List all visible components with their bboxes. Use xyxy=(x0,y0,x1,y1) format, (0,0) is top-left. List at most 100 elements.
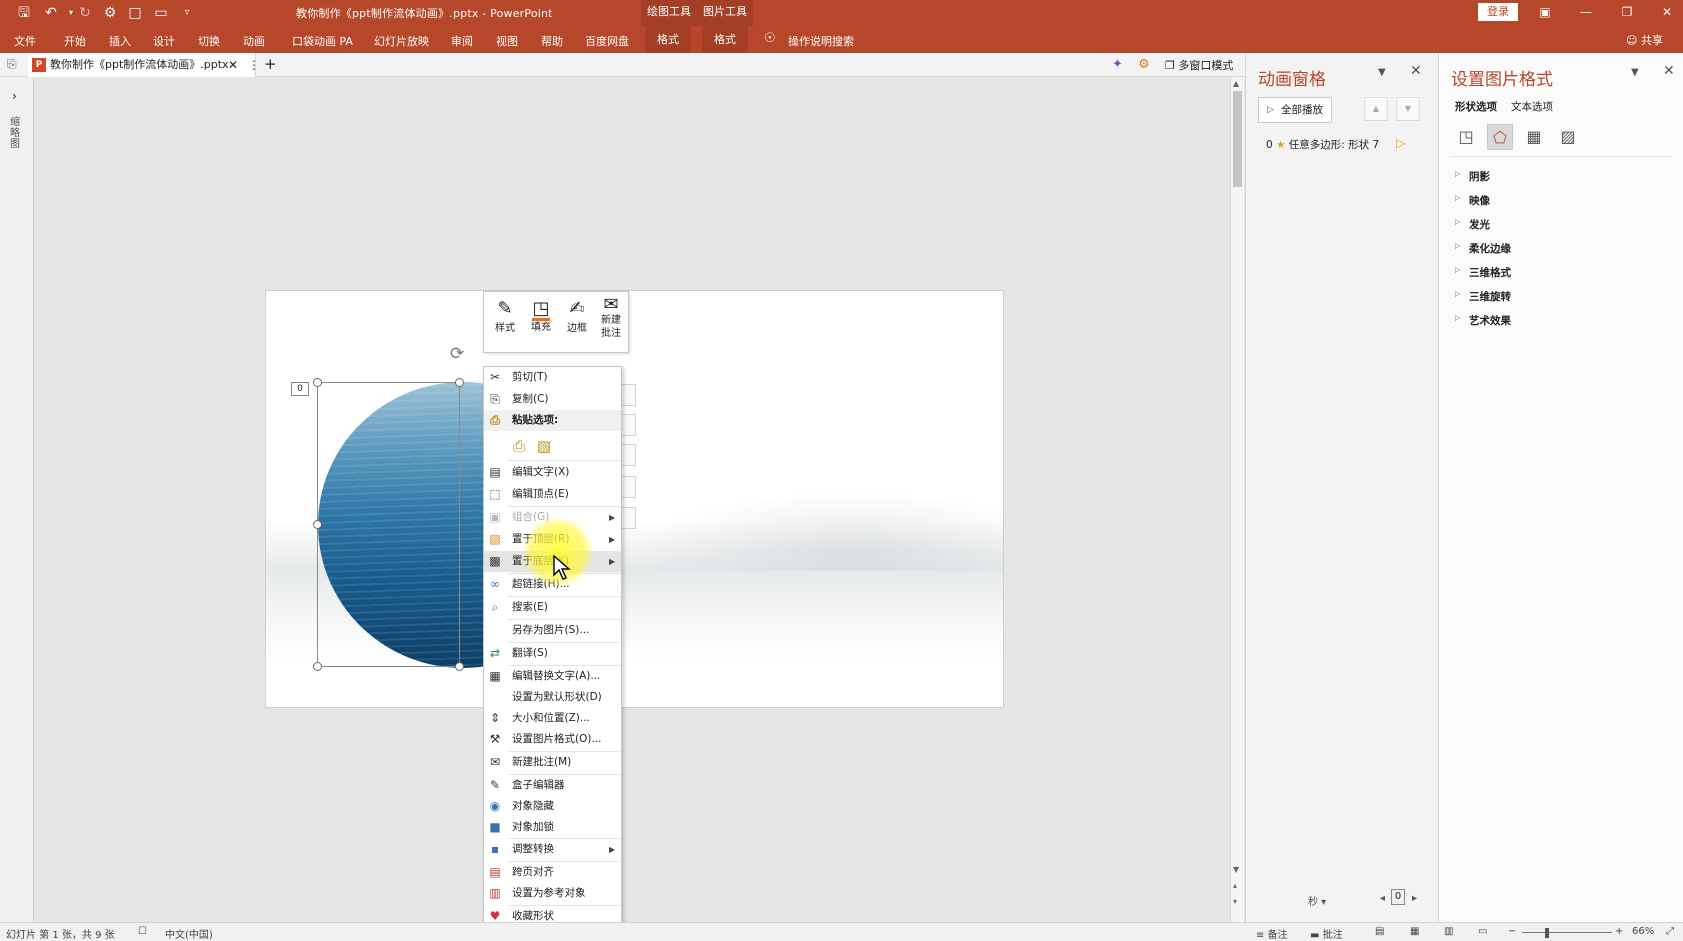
magic-icon[interactable]: ✦ xyxy=(1112,57,1123,72)
reading-view-icon[interactable]: ▥ xyxy=(1444,926,1453,937)
tab-list-icon[interactable]: ⎘ xyxy=(7,57,17,72)
tab-review[interactable]: 审阅 xyxy=(451,33,473,49)
pane-options-icon[interactable]: ▼ xyxy=(1378,67,1386,78)
share-button[interactable]: ☺ 共享 xyxy=(1626,32,1663,48)
redo-icon[interactable]: ↻ xyxy=(76,4,94,22)
menu-item-cut[interactable]: ✂ 剪切(T) xyxy=(484,367,621,388)
resize-handle[interactable] xyxy=(455,662,464,671)
tab-picture-format[interactable]: 格式 xyxy=(702,26,748,53)
prev-slide-icon[interactable]: ▴ xyxy=(1233,881,1237,890)
scroll-down-icon[interactable]: ▼ xyxy=(1233,865,1239,874)
slideshow-icon[interactable]: ⚙ xyxy=(101,4,119,22)
menu-item-lock-object[interactable]: ■ 对象加锁 xyxy=(484,817,621,838)
menu-item-convert[interactable]: ▪ 调整转换 ▶ xyxy=(484,839,621,860)
new-file-icon[interactable]: □ xyxy=(126,4,144,22)
tab-baidu-netdisk[interactable]: 百度网盘 xyxy=(585,33,629,49)
fill-button[interactable]: ◳ 填充 xyxy=(524,296,558,334)
menu-item-set-default-shape[interactable]: 设置为默认形状(D) xyxy=(484,687,621,708)
fit-slide-icon[interactable]: ⤢ xyxy=(1666,926,1674,937)
open-icon[interactable]: ▭ xyxy=(152,4,170,22)
zoom-slider[interactable] xyxy=(1522,932,1612,933)
tab-menu-icon[interactable]: ⋮ xyxy=(248,53,260,77)
paste-picture-icon[interactable]: ▧ xyxy=(534,437,554,457)
language-indicator[interactable]: 中文(中国) xyxy=(165,926,213,941)
outline-button[interactable]: ✍ 边框 xyxy=(560,296,594,335)
size-properties-icon[interactable]: ▦ xyxy=(1521,124,1547,150)
tab-drawing-format[interactable]: 格式 xyxy=(645,26,691,53)
zoom-slider-thumb[interactable] xyxy=(1545,928,1549,938)
menu-item-save-as-picture[interactable]: 另存为图片(S)... xyxy=(484,620,621,641)
next-slide-icon[interactable]: ▾ xyxy=(1233,897,1237,906)
tab-insert[interactable]: 插入 xyxy=(109,33,131,49)
menu-item-size-position[interactable]: ⇕ 大小和位置(Z)... xyxy=(484,708,621,729)
menu-item-new-comment[interactable]: ✉ 新建批注(M) xyxy=(484,752,621,773)
close-tab-icon[interactable]: ✕ xyxy=(228,53,238,77)
fill-line-icon[interactable]: ◳ xyxy=(1453,124,1479,150)
tab-file[interactable]: 文件 xyxy=(14,33,36,49)
menu-item-set-reference[interactable]: ▥ 设置为参考对象 xyxy=(484,883,621,904)
tab-home[interactable]: 开始 xyxy=(64,33,86,49)
resize-handle[interactable] xyxy=(455,378,464,387)
new-tab-icon[interactable]: + xyxy=(264,55,277,73)
pane-options-icon[interactable]: ▼ xyxy=(1631,67,1639,78)
menu-item-translate[interactable]: ⇄ 翻译(S) xyxy=(484,643,621,664)
multi-window-button[interactable]: ❐ 多窗口模式 xyxy=(1165,57,1233,73)
login-button[interactable]: 登录 xyxy=(1478,3,1518,21)
picture-icon[interactable]: ▨ xyxy=(1555,124,1581,150)
tab-slideshow[interactable]: 幻灯片放映 xyxy=(374,33,429,49)
slide-sorter-icon[interactable]: ▦ xyxy=(1410,926,1419,937)
move-up-icon[interactable]: ▲ xyxy=(1364,97,1388,121)
ribbon-display-icon[interactable]: ▣ xyxy=(1530,2,1560,22)
minimize-icon[interactable]: — xyxy=(1571,2,1601,22)
menu-item-box-editor[interactable]: ✎ 盒子编辑器 xyxy=(484,775,621,796)
resize-handle[interactable] xyxy=(313,662,322,671)
move-down-icon[interactable]: ▼ xyxy=(1396,97,1420,121)
tab-text-options[interactable]: 文本选项 xyxy=(1511,99,1553,114)
tab-pocket-animation[interactable]: 口袋动画 PA xyxy=(292,33,353,49)
close-icon[interactable]: ✕ xyxy=(1652,2,1682,22)
animation-item[interactable]: 0 ★ 任意多边形: 形状 7 ▷ xyxy=(1266,136,1405,152)
settings-gear-icon[interactable]: ⚙ xyxy=(1138,57,1150,72)
menu-item-hide-object[interactable]: ◉ 对象隐藏 xyxy=(484,796,621,817)
expand-chevron-icon[interactable]: › xyxy=(12,89,17,103)
tab-help[interactable]: 帮助 xyxy=(541,33,563,49)
customize-icon[interactable]: ▿ xyxy=(178,4,196,22)
menu-item-copy[interactable]: ⎘ 复制(C) xyxy=(484,389,621,410)
animation-dropdown-icon[interactable]: ▷ xyxy=(1396,136,1405,150)
save-icon[interactable]: 🖫 xyxy=(15,4,33,22)
timeline-left-icon[interactable]: ◂ xyxy=(1380,893,1385,904)
seconds-dropdown[interactable]: 秒 ▾ xyxy=(1308,893,1326,908)
document-tab[interactable]: P 教你制作《ppt制作流体动画》.pptx ✕ ⋮ xyxy=(28,53,260,77)
tab-transitions[interactable]: 切换 xyxy=(198,33,220,49)
tab-design[interactable]: 设计 xyxy=(153,33,175,49)
normal-view-icon[interactable]: ▤ xyxy=(1375,926,1384,937)
resize-handle[interactable] xyxy=(313,520,322,529)
rotate-handle-icon[interactable]: ⟳ xyxy=(450,344,464,364)
menu-item-alt-text[interactable]: ▦ 编辑替换文字(A)... xyxy=(484,666,621,687)
menu-item-edit-text[interactable]: ▤ 编辑文字(X) xyxy=(484,462,621,483)
tab-shape-options[interactable]: 形状选项 xyxy=(1455,99,1497,114)
menu-item-search[interactable]: ⌕ 搜索(E) xyxy=(484,597,621,618)
menu-item-align-pages[interactable]: ▤ 跨页对齐 xyxy=(484,862,621,883)
style-button[interactable]: ✎ 样式 xyxy=(488,296,522,335)
scroll-thumb[interactable] xyxy=(1233,91,1242,187)
tab-view[interactable]: 视图 xyxy=(496,33,518,49)
scroll-up-icon[interactable]: ▲ xyxy=(1233,79,1239,88)
vertical-scrollbar[interactable]: ▲ ▼ ▴ ▾ xyxy=(1230,77,1244,922)
spellcheck-icon[interactable]: ☐ xyxy=(138,926,147,937)
timeline-right-icon[interactable]: ▸ xyxy=(1412,893,1417,904)
close-pane-icon[interactable]: ✕ xyxy=(1663,63,1675,79)
new-comment-button[interactable]: ✉ 新建 批注 xyxy=(594,296,628,340)
effects-icon[interactable]: ⬠ xyxy=(1487,124,1513,150)
zoom-in-icon[interactable]: + xyxy=(1615,926,1623,937)
zoom-level[interactable]: 66% xyxy=(1632,926,1654,937)
notes-button[interactable]: ≡ 备注 xyxy=(1256,926,1288,941)
zoom-out-icon[interactable]: − xyxy=(1508,926,1516,937)
undo-icon[interactable]: ↶ xyxy=(42,4,60,22)
comments-button[interactable]: ▬ 批注 xyxy=(1310,926,1343,941)
slideshow-view-icon[interactable]: ▭ xyxy=(1478,926,1487,937)
restore-icon[interactable]: ❐ xyxy=(1612,2,1642,22)
resize-handle[interactable] xyxy=(313,378,322,387)
menu-item-format-picture[interactable]: ⚒ 设置图片格式(O)... xyxy=(484,729,621,750)
close-pane-icon[interactable]: ✕ xyxy=(1410,63,1422,79)
